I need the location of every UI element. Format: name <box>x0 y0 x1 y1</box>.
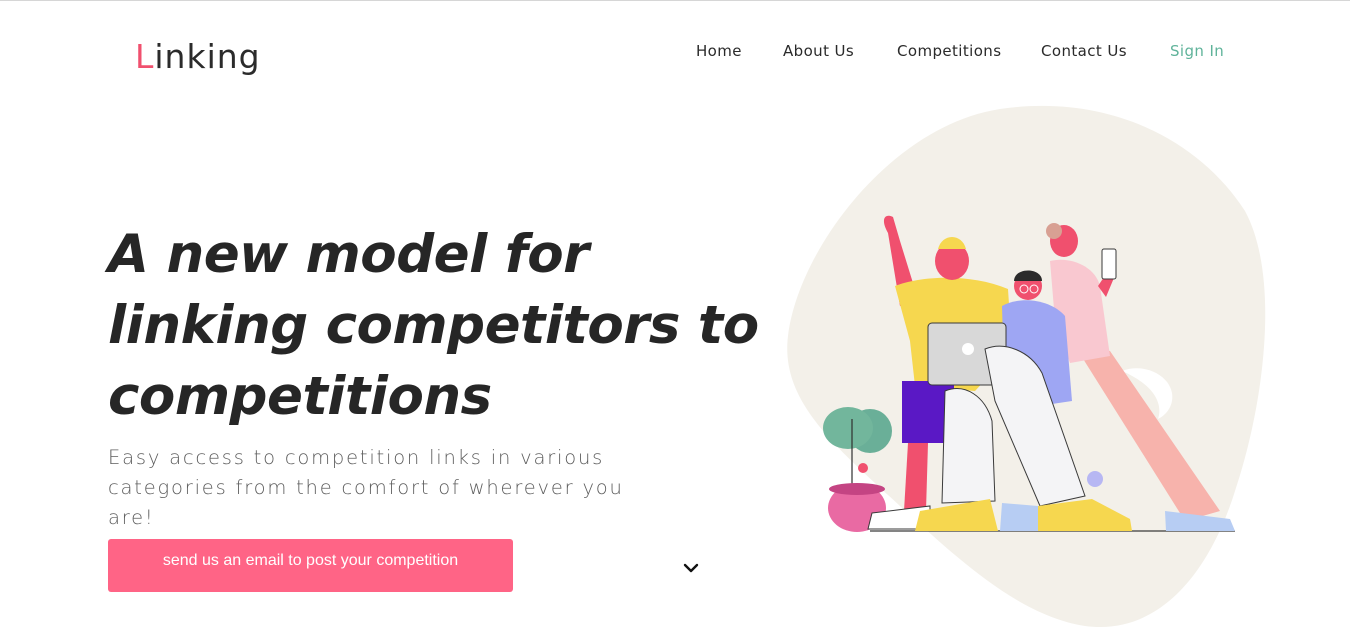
hero-headline: A new model for linking competitors to c… <box>108 219 759 432</box>
main-nav: Home About Us Competitions Contact Us Si… <box>0 42 1350 62</box>
headline-line-3: competitions <box>108 366 492 427</box>
hero-subtext: Easy access to competition links in vari… <box>108 446 624 529</box>
chevron-down-icon[interactable] <box>682 561 700 575</box>
nav-competitions-link[interactable]: Competitions <box>897 42 1001 60</box>
nav-home-link[interactable]: Home <box>696 42 742 60</box>
email-cta-button[interactable]: send us an email to post your competitio… <box>108 539 513 592</box>
headline-line-2: linking competitors to <box>108 295 759 356</box>
people-with-laptop-illustration <box>787 105 1266 628</box>
nav-contact-link[interactable]: Contact Us <box>1041 42 1127 60</box>
headline-line-1: A new model for <box>108 224 589 285</box>
nav-signin-link[interactable]: Sign In <box>1170 42 1224 60</box>
nav-about-link[interactable]: About Us <box>783 42 854 60</box>
